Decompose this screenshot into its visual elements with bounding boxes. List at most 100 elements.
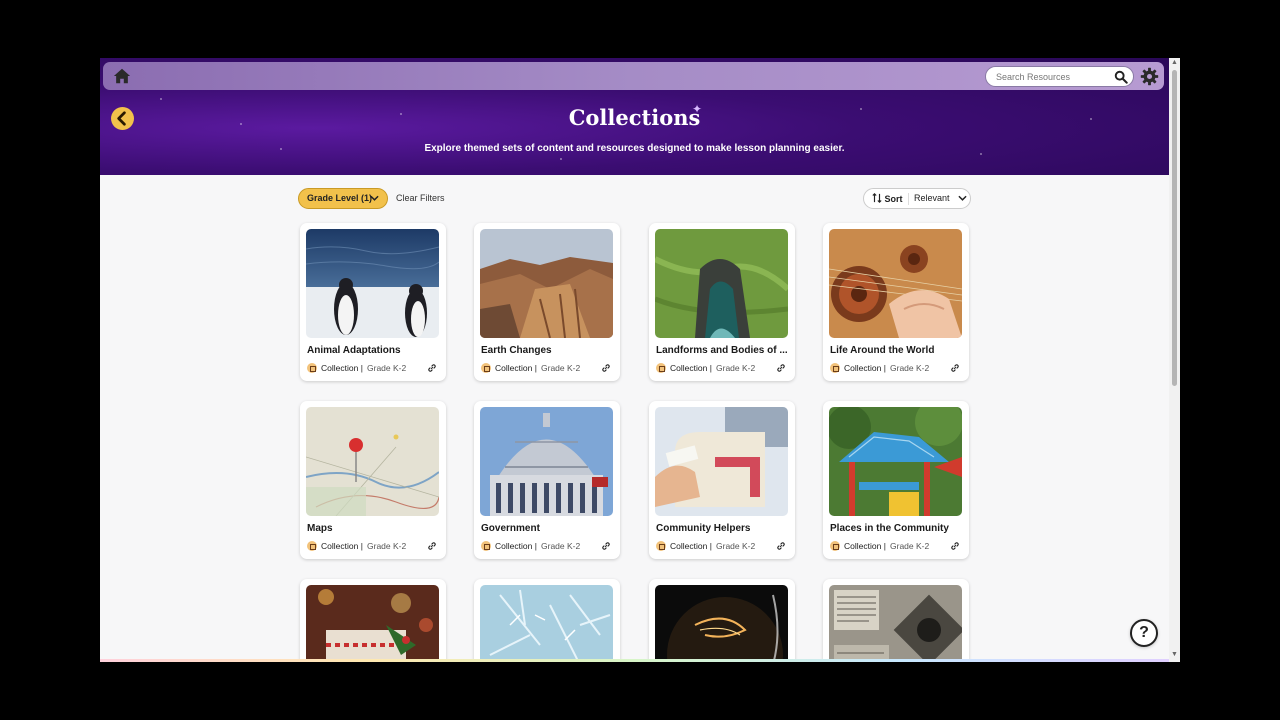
link-icon[interactable] [776,363,786,373]
card-title: Life Around the World [830,345,935,356]
chevron-down-icon [958,195,967,201]
holiday-gift-photo [306,585,439,662]
grade-level-filter-label: Grade Level (1) [307,193,373,203]
collection-card[interactable] [474,579,620,662]
link-icon[interactable] [601,363,611,373]
collection-icon [481,541,491,551]
penguins-photo [306,229,439,338]
sort-label: Sort [884,194,903,204]
sort-button[interactable]: Sort [872,193,903,204]
scroll-down-arrow-icon[interactable]: ▼ [1171,651,1178,658]
scrollbar-thumb[interactable] [1172,70,1177,386]
card-title: Earth Changes [481,345,552,356]
card-meta: Collection | Grade K-2 [307,541,439,553]
sort-order-value: Relevant [914,193,950,203]
top-navigation-bar [103,62,1164,90]
link-icon[interactable] [776,541,786,551]
capitol-dome-photo [480,407,613,516]
card-title: Landforms and Bodies of ... [656,345,788,356]
search-input[interactable] [996,69,1106,85]
card-type: Collection | [321,541,363,551]
sort-control: Sort Relevant [863,188,971,209]
collection-card[interactable] [823,579,969,662]
page-title: Collections [568,105,701,130]
aerial-cove-photo [655,229,788,338]
card-grade: Grade K-2 [367,363,407,373]
footer-color-strip [100,659,1169,662]
link-icon[interactable] [427,541,437,551]
help-button[interactable]: ? [1130,619,1158,647]
vertical-scrollbar[interactable]: ▲ ▼ [1169,58,1180,662]
collection-card[interactable]: Maps Collection | Grade K-2 [300,401,446,559]
card-type: Collection | [670,363,712,373]
card-meta: Collection | Grade K-2 [481,541,613,553]
sort-divider [908,193,909,205]
vintage-newspaper-photo [829,585,962,662]
card-meta: Collection | Grade K-2 [481,363,613,375]
card-grade: Grade K-2 [890,541,930,551]
collection-card[interactable]: Animal Adaptations Collection | Grade K-… [300,223,446,381]
page-subtitle: Explore themed sets of content and resou… [424,143,845,154]
collection-card[interactable]: Earth Changes Collection | Grade K-2 [474,223,620,381]
browser-viewport: Collections ✦ Explore themed sets of con… [100,58,1180,662]
collection-icon [830,363,840,373]
card-grade: Grade K-2 [716,363,756,373]
collection-icon [656,541,666,551]
card-grade: Grade K-2 [367,541,407,551]
collection-icon [656,363,666,373]
frost-crystals-photo [480,585,613,662]
card-meta: Collection | Grade K-2 [830,541,962,553]
card-title: Government [481,523,540,534]
collection-card[interactable]: Life Around the World Collection | Grade… [823,223,969,381]
collection-icon [307,363,317,373]
clear-filters-link[interactable]: Clear Filters [396,193,445,203]
card-type: Collection | [495,541,537,551]
search-box[interactable] [985,66,1134,87]
card-title: Places in the Community [830,523,949,534]
canyon-cliff-photo [480,229,613,338]
card-title: Animal Adaptations [307,345,401,356]
link-icon[interactable] [601,541,611,551]
card-type: Collection | [321,363,363,373]
card-title: Maps [307,523,333,534]
filter-bar: Grade Level (1) Clear Filters Sort Relev… [298,188,971,210]
playground-photo [829,407,962,516]
card-type: Collection | [670,541,712,551]
card-meta: Collection | Grade K-2 [830,363,962,375]
card-grade: Grade K-2 [890,363,930,373]
scroll-up-arrow-icon[interactable]: ▲ [1171,59,1178,66]
home-icon[interactable] [113,67,131,85]
collection-icon [481,363,491,373]
mailbox-photo [655,407,788,516]
light-bulb-photo [655,585,788,662]
card-type: Collection | [844,541,886,551]
card-grade: Grade K-2 [716,541,756,551]
link-icon[interactable] [950,363,960,373]
oud-instrument-photo [829,229,962,338]
collection-icon [830,541,840,551]
link-icon[interactable] [950,541,960,551]
collection-card[interactable] [300,579,446,662]
card-meta: Collection | Grade K-2 [307,363,439,375]
collection-card[interactable] [649,579,795,662]
card-title: Community Helpers [656,523,751,534]
link-icon[interactable] [427,363,437,373]
collection-card[interactable]: Landforms and Bodies of ... Collection |… [649,223,795,381]
chevron-down-icon [370,195,379,201]
sparkle-icon: ✦ [692,102,703,116]
collection-card[interactable]: Community Helpers Collection | Grade K-2 [649,401,795,559]
grade-level-filter-button[interactable]: Grade Level (1) [298,188,388,209]
card-type: Collection | [495,363,537,373]
card-grade: Grade K-2 [541,363,581,373]
gear-icon[interactable] [1140,67,1159,86]
search-icon[interactable] [1114,70,1128,84]
collection-card[interactable]: Places in the Community Collection | Gra… [823,401,969,559]
map-pins-photo [306,407,439,516]
collection-card[interactable]: Government Collection | Grade K-2 [474,401,620,559]
collection-icon [307,541,317,551]
sort-arrows-icon [872,193,882,203]
sort-order-select[interactable]: Relevant [914,193,967,203]
collections-hero-banner: Collections ✦ Explore themed sets of con… [100,58,1169,175]
card-grade: Grade K-2 [541,541,581,551]
card-meta: Collection | Grade K-2 [656,541,788,553]
